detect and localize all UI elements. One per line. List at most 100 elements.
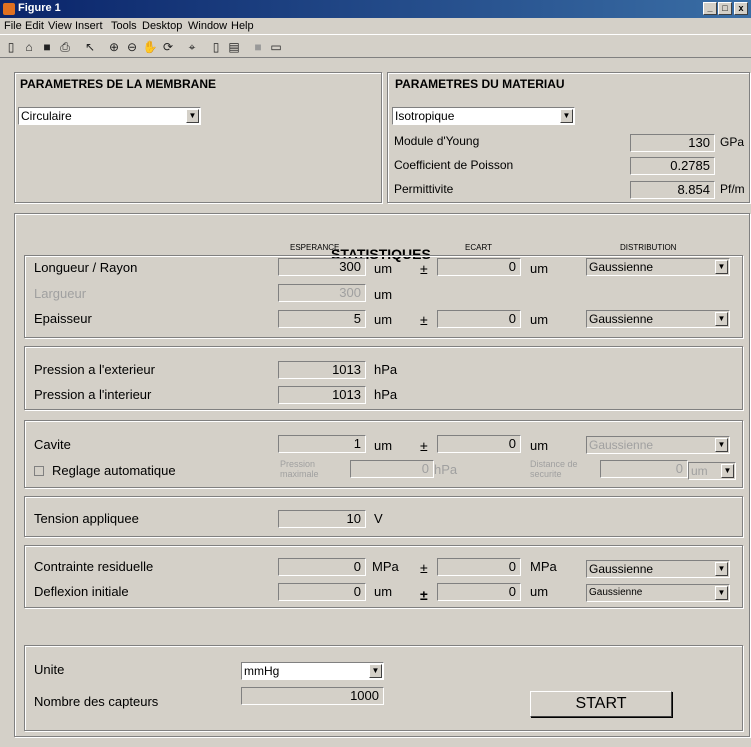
contrainte-ecart-unit: MPa (530, 559, 557, 574)
longueur-label: Longueur / Rayon (34, 260, 138, 275)
capteurs-field[interactable]: 1000 (241, 687, 384, 705)
cavite-distribution-select[interactable]: Gaussienne ▼ (586, 436, 730, 454)
largeur-field[interactable]: 300 (278, 284, 366, 302)
deflexion-ecart-field[interactable]: 0 (437, 583, 521, 601)
menu-file[interactable]: File (4, 20, 22, 32)
reglage-checkbox[interactable] (34, 466, 44, 476)
epaisseur-field[interactable]: 5 (278, 310, 366, 328)
legend-icon[interactable]: ▤ (226, 39, 242, 55)
colorbar-icon[interactable]: ▯ (208, 39, 224, 55)
menu-insert[interactable]: Insert (75, 20, 103, 32)
contrainte-label: Contrainte residuelle (34, 559, 154, 574)
materiau-title: PARAMETRES DU MATERIAU (395, 77, 565, 91)
largeur-label: Largueur (34, 286, 87, 301)
deflexion-distribution-select[interactable]: Gaussienne ▼ (586, 584, 730, 602)
open-icon[interactable]: ⌂ (21, 39, 37, 55)
capteurs-label: Nombre des capteurs (34, 694, 159, 709)
window-title: Figure 1 (18, 2, 61, 14)
menu-desktop[interactable]: Desktop (142, 20, 182, 32)
young-field[interactable]: 130 (630, 134, 715, 152)
distance-unit-select[interactable]: um ▼ (688, 462, 736, 480)
minimize-button[interactable]: _ (703, 2, 717, 15)
longueur-unit: um (374, 261, 393, 276)
menu-help[interactable]: Help (231, 20, 254, 32)
pression-max-unit: hPa (434, 462, 458, 477)
epaisseur-unit: um (374, 312, 393, 327)
column-distribution: DISTRIBUTION (620, 243, 677, 252)
plus-minus-icon: ± (420, 560, 428, 576)
permittivite-field[interactable]: 8.854 (630, 181, 715, 199)
hide-plot-icon[interactable]: ■ (250, 39, 266, 55)
poisson-field[interactable]: 0.2785 (630, 157, 715, 175)
young-label: Module d'Young (394, 134, 480, 148)
epaisseur-ecart-field[interactable]: 0 (437, 310, 521, 328)
membrane-shape-select[interactable]: Circulaire ▼ (18, 107, 201, 125)
distance-unit-value: um (691, 464, 708, 478)
pointer-icon[interactable]: ↖ (82, 39, 98, 55)
membrane-panel (14, 72, 382, 203)
unite-value: mmHg (244, 664, 280, 678)
plus-minus-icon: ± (420, 312, 428, 328)
show-plot-icon[interactable]: ▭ (268, 39, 284, 55)
zoom-out-icon[interactable]: ⊖ (124, 39, 140, 55)
deflexion-distribution-value: Gaussienne (589, 587, 643, 598)
cavite-ecart-unit: um (530, 438, 549, 453)
chevron-down-icon[interactable]: ▼ (369, 664, 382, 678)
permittivite-label: Permittivite (394, 182, 454, 196)
permittivite-unit: Pf/m (720, 182, 745, 196)
pression-ext-field[interactable]: 1013 (278, 361, 366, 379)
menu-edit[interactable]: Edit (25, 20, 44, 32)
pression-int-field[interactable]: 1013 (278, 386, 366, 404)
menu-tools[interactable]: Tools (111, 20, 137, 32)
epaisseur-distribution-select[interactable]: Gaussienne ▼ (586, 310, 730, 328)
chevron-down-icon[interactable]: ▼ (715, 260, 728, 274)
chevron-down-icon[interactable]: ▼ (715, 312, 728, 326)
chevron-down-icon[interactable]: ▼ (715, 586, 728, 600)
tension-field[interactable]: 10 (278, 510, 366, 528)
data-cursor-icon[interactable]: ⌖ (184, 39, 200, 55)
chevron-down-icon[interactable]: ▼ (715, 562, 728, 576)
cavite-field[interactable]: 1 (278, 435, 366, 453)
longueur-field[interactable]: 300 (278, 258, 366, 276)
chevron-down-icon[interactable]: ▼ (560, 109, 573, 123)
epaisseur-label: Epaisseur (34, 311, 92, 326)
start-button[interactable]: START (530, 691, 672, 717)
epaisseur-ecart-unit: um (530, 312, 549, 327)
zoom-in-icon[interactable]: ⊕ (106, 39, 122, 55)
save-icon[interactable]: ■ (39, 39, 55, 55)
contrainte-distribution-select[interactable]: Gaussienne ▼ (586, 560, 730, 578)
column-ecart: ECART (465, 243, 492, 252)
close-button[interactable]: x (734, 2, 748, 15)
pression-max-field[interactable]: 0 (350, 460, 434, 478)
epaisseur-distribution-value: Gaussienne (589, 312, 654, 326)
distance-securite-label: Distance de securite (530, 459, 578, 479)
print-icon[interactable]: ⎙ (57, 39, 73, 55)
pression-int-label: Pression a l'interieur (34, 387, 152, 402)
new-file-icon[interactable]: ▯ (3, 39, 19, 55)
longueur-distribution-select[interactable]: Gaussienne ▼ (586, 258, 730, 276)
longueur-distribution-value: Gaussienne (589, 260, 654, 274)
window-titlebar: Figure 1 _ □ x (0, 0, 751, 18)
longueur-ecart-field[interactable]: 0 (437, 258, 521, 276)
chevron-down-icon[interactable]: ▼ (715, 438, 728, 452)
tension-unit: V (374, 511, 383, 526)
cavite-unit: um (374, 438, 393, 453)
unite-select[interactable]: mmHg ▼ (241, 662, 384, 680)
menu-window[interactable]: Window (188, 20, 227, 32)
contrainte-field[interactable]: 0 (278, 558, 366, 576)
distance-securite-field[interactable]: 0 (600, 460, 688, 478)
materiau-type-value: Isotropique (395, 109, 455, 123)
poisson-label: Coefficient de Poisson (394, 158, 514, 172)
contrainte-ecart-field[interactable]: 0 (437, 558, 521, 576)
chevron-down-icon[interactable]: ▼ (721, 464, 734, 478)
maximize-button[interactable]: □ (718, 2, 732, 15)
rotate-icon[interactable]: ⟳ (160, 39, 176, 55)
menu-view[interactable]: View (48, 20, 72, 32)
cavite-ecart-field[interactable]: 0 (437, 435, 521, 453)
pan-icon[interactable]: ✋ (142, 39, 158, 55)
deflexion-unit: um (374, 584, 393, 599)
materiau-type-select[interactable]: Isotropique ▼ (392, 107, 575, 125)
column-esperance: ESPERANCE (290, 243, 340, 252)
chevron-down-icon[interactable]: ▼ (186, 109, 199, 123)
deflexion-field[interactable]: 0 (278, 583, 366, 601)
